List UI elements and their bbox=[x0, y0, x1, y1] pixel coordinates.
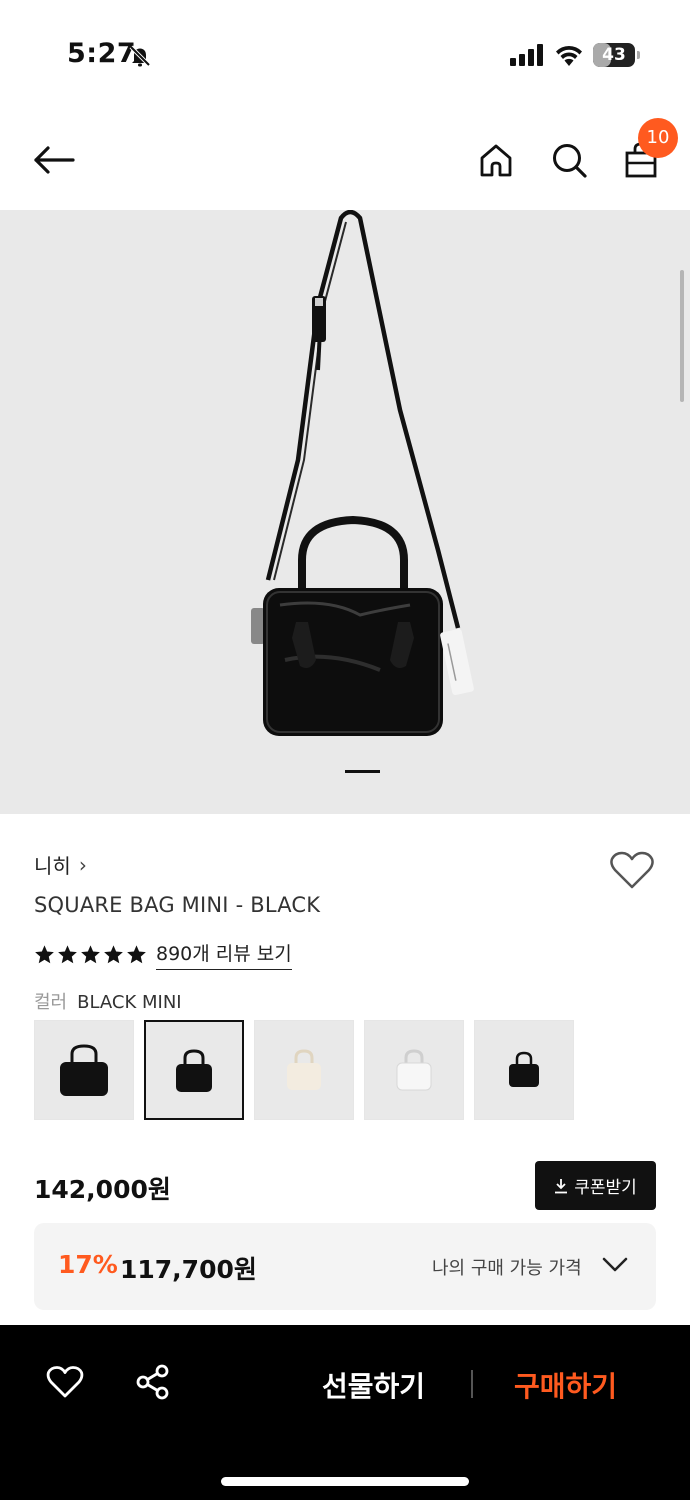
coupon-button[interactable]: 쿠폰받기 bbox=[535, 1161, 656, 1210]
color-row: 컬러 BLACK MINI bbox=[34, 988, 182, 1014]
review-link[interactable]: 890개 리뷰 보기 bbox=[156, 939, 292, 970]
arrow-left-icon bbox=[34, 146, 75, 174]
product-image-carousel[interactable] bbox=[0, 210, 690, 814]
gift-button[interactable]: 선물하기 bbox=[322, 1365, 425, 1405]
swatch-white[interactable] bbox=[364, 1020, 464, 1120]
wishlist-button[interactable] bbox=[609, 850, 655, 890]
status-time: 5:27 bbox=[67, 38, 137, 69]
brand-name: 니히 bbox=[34, 854, 71, 878]
image-pager-indicator bbox=[345, 770, 380, 773]
wifi-icon bbox=[556, 45, 582, 66]
battery-level: 43 bbox=[602, 45, 626, 65]
brand-link[interactable]: 니히 › bbox=[34, 850, 87, 879]
heart-icon bbox=[610, 851, 654, 889]
share-icon bbox=[136, 1364, 169, 1400]
heart-icon bbox=[46, 1366, 84, 1398]
status-bar: 5:27 43 bbox=[0, 0, 690, 110]
star-icon bbox=[127, 945, 146, 964]
battery-tip bbox=[637, 51, 640, 59]
bag-thumbnail-icon bbox=[509, 1051, 539, 1087]
discount-rate: 17% bbox=[58, 1250, 118, 1279]
cart-count-badge: 10 bbox=[638, 118, 678, 158]
coupon-label: 쿠폰받기 bbox=[574, 1178, 637, 1198]
color-label: 컬러 bbox=[34, 992, 68, 1013]
chevron-down-icon bbox=[602, 1257, 628, 1272]
swatch-black-mini[interactable] bbox=[144, 1020, 244, 1120]
download-icon bbox=[555, 1178, 568, 1193]
star-icon bbox=[58, 945, 77, 964]
bag-thumbnail-icon bbox=[396, 1049, 432, 1091]
product-title: SQUARE BAG MINI - BLACK bbox=[34, 893, 321, 917]
swatch-cream[interactable] bbox=[254, 1020, 354, 1120]
rating-row: 890개 리뷰 보기 bbox=[34, 939, 292, 970]
swatch-black-large[interactable] bbox=[34, 1020, 134, 1120]
bag-thumbnail-icon bbox=[60, 1044, 108, 1096]
my-price-box[interactable]: 17% 117,700원 나의 구매 가능 가격 bbox=[34, 1223, 656, 1310]
bell-slash-icon bbox=[129, 45, 151, 67]
search-button[interactable] bbox=[545, 136, 593, 184]
home-icon bbox=[480, 144, 512, 177]
back-button[interactable] bbox=[28, 138, 80, 182]
bottom-wishlist-button[interactable] bbox=[46, 1365, 84, 1399]
color-swatches bbox=[34, 1020, 574, 1120]
search-icon bbox=[553, 144, 587, 178]
bag-thumbnail-icon bbox=[176, 1049, 212, 1092]
star-icon bbox=[81, 945, 100, 964]
my-price-label: 나의 구매 가능 가격 bbox=[432, 1258, 582, 1279]
discount-price: 117,700원 bbox=[120, 1255, 257, 1284]
color-value: BLACK MINI bbox=[77, 992, 182, 1013]
buy-button[interactable]: 구매하기 bbox=[514, 1365, 617, 1405]
divider bbox=[471, 1370, 473, 1398]
bottom-action-bar: 선물하기 구매하기 bbox=[0, 1325, 690, 1500]
star-icon bbox=[35, 945, 54, 964]
swatch-black-small[interactable] bbox=[474, 1020, 574, 1120]
battery-icon: 43 bbox=[593, 43, 635, 67]
home-button[interactable] bbox=[472, 136, 520, 184]
rating-stars bbox=[34, 944, 147, 965]
original-price: 142,000원 bbox=[34, 1175, 171, 1204]
home-indicator[interactable] bbox=[221, 1477, 469, 1486]
star-icon bbox=[104, 945, 123, 964]
nav-bar bbox=[0, 110, 690, 210]
signal-icon bbox=[510, 44, 543, 66]
share-button[interactable] bbox=[135, 1364, 171, 1400]
chevron-right-icon: › bbox=[78, 852, 87, 877]
product-image bbox=[251, 210, 474, 736]
image-scrollbar[interactable] bbox=[680, 270, 684, 402]
bag-thumbnail-icon bbox=[287, 1049, 321, 1090]
